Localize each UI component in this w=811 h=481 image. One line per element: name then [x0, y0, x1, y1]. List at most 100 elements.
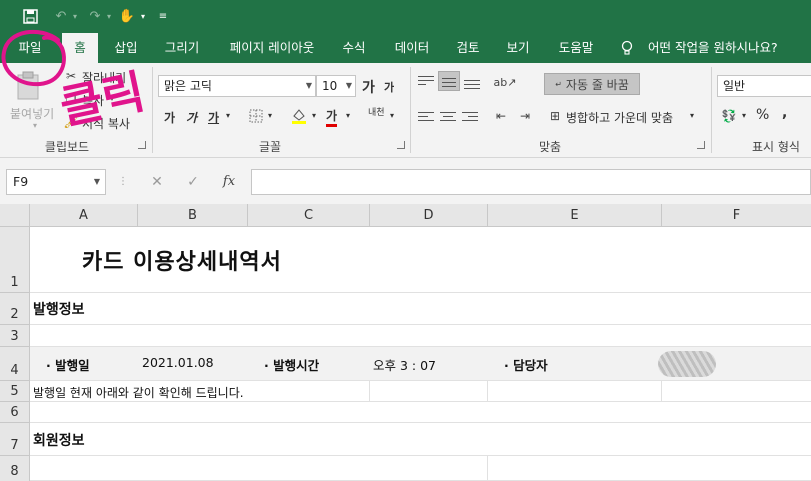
font-name-value: 맑은 고딕 — [164, 79, 212, 93]
row-header-1[interactable]: 1 — [0, 227, 30, 293]
copy-button[interactable]: 복사 — [82, 92, 104, 109]
tab-help[interactable]: 도움말 — [550, 33, 602, 63]
tab-view[interactable]: 보기 — [500, 33, 536, 63]
report-title: 카드 이용상세내역서 — [82, 250, 282, 275]
row-header-8[interactable]: 8 — [0, 456, 30, 481]
font-launcher-icon[interactable] — [397, 141, 405, 149]
gridline — [30, 401, 811, 402]
customize-qat-icon[interactable]: ≡ — [156, 7, 170, 25]
enter-icon[interactable]: ✓ — [182, 171, 204, 193]
undo-dropdown-icon[interactable]: ▾ — [70, 7, 80, 25]
clipboard-launcher-icon[interactable] — [138, 141, 146, 149]
wrap-text-button[interactable]: ↵ 자동 줄 바꿈 — [544, 73, 640, 95]
font-color-dropdown-icon[interactable]: ▾ — [346, 111, 350, 120]
paste-dropdown-icon[interactable]: ▾ — [33, 121, 37, 130]
align-top-icon[interactable] — [418, 73, 434, 89]
column-header-e[interactable]: E — [488, 204, 662, 227]
merge-center-button[interactable]: 병합하고 가운데 맞춤 — [566, 109, 673, 126]
underline-dropdown-icon[interactable]: ▾ — [226, 111, 230, 120]
formula-input[interactable] — [251, 169, 811, 195]
font-color-button[interactable]: 가 — [326, 107, 338, 127]
accounting-dropdown-icon[interactable]: ▾ — [742, 111, 746, 120]
tab-formulas[interactable]: 수식 — [334, 33, 374, 63]
fill-color-icon[interactable] — [290, 107, 308, 125]
issue-info-heading: 발행정보 — [33, 302, 85, 318]
shrink-font-button[interactable]: 가 — [384, 79, 394, 95]
bold-button[interactable]: 가 — [164, 109, 175, 126]
underline-button[interactable]: 가 — [208, 109, 219, 126]
phonetic-dropdown-icon[interactable]: ▾ — [390, 111, 394, 120]
column-header-d[interactable]: D — [370, 204, 488, 227]
tab-home[interactable]: 홈 — [62, 33, 98, 63]
format-painter-button[interactable]: 서식 복사 — [82, 115, 130, 132]
grow-font-button[interactable]: 가 — [362, 77, 375, 97]
phonetic-button[interactable]: 내천 — [368, 105, 385, 118]
tab-review[interactable]: 검토 — [450, 33, 486, 63]
select-all-corner[interactable] — [0, 204, 30, 227]
tab-page-layout[interactable]: 페이지 레이아웃 — [220, 33, 324, 63]
font-name-select[interactable]: 맑은 고딕 ▼ — [158, 75, 316, 97]
gridline — [30, 324, 811, 325]
fill-color-dropdown-icon[interactable]: ▾ — [312, 111, 316, 120]
alignment-launcher-icon[interactable] — [697, 141, 705, 149]
tab-file[interactable]: 파일 — [6, 33, 54, 63]
number-format-value: 일반 — [723, 79, 746, 93]
increase-indent-icon[interactable]: ⇥ — [516, 107, 534, 125]
orientation-icon[interactable]: ab↗ — [494, 73, 517, 91]
redo-dropdown-icon[interactable]: ▾ — [104, 7, 114, 25]
undo-icon[interactable]: ↶ — [52, 7, 70, 25]
row-header-7[interactable]: 7 — [0, 423, 30, 456]
scissors-icon[interactable]: ✂ — [64, 69, 78, 83]
copy-dropdown-icon[interactable]: ▾ — [110, 94, 114, 103]
touch-mode-icon[interactable]: ✋ — [118, 7, 136, 25]
row-header-4[interactable]: 4 — [0, 347, 30, 381]
borders-icon[interactable] — [248, 108, 264, 124]
paste-icon[interactable] — [14, 71, 44, 101]
align-center-icon[interactable] — [440, 109, 456, 125]
copy-icon[interactable]: ❐ — [64, 92, 78, 106]
issue-time-value: 오후 3 : 07 — [373, 358, 436, 373]
cut-button[interactable]: 잘라내기 — [82, 69, 126, 86]
gridline — [487, 381, 488, 402]
group-divider — [410, 67, 411, 153]
worksheet-grid[interactable]: A B C D E F 1 2 3 4 5 6 7 8 카드 이용상세내역서 발… — [0, 204, 811, 481]
save-icon[interactable] — [20, 7, 40, 25]
percent-button[interactable]: % — [756, 107, 769, 123]
lightbulb-icon — [620, 33, 636, 63]
merge-dropdown-icon[interactable]: ▾ — [690, 111, 694, 120]
tell-me-box[interactable]: 어떤 작업을 원하시나요? — [648, 33, 808, 63]
number-format-select[interactable]: 일반 — [717, 75, 811, 97]
comma-button[interactable]: , — [782, 105, 787, 121]
column-header-a[interactable]: A — [30, 204, 138, 227]
row-header-2[interactable]: 2 — [0, 293, 30, 325]
align-right-icon[interactable] — [462, 109, 478, 125]
redo-icon[interactable]: ↷ — [86, 7, 104, 25]
paste-button[interactable]: 붙여넣기 — [10, 105, 54, 122]
row-header-6[interactable]: 6 — [0, 402, 30, 423]
row-header-3[interactable]: 3 — [0, 325, 30, 347]
column-header-b[interactable]: B — [138, 204, 248, 227]
row-header-5[interactable]: 5 — [0, 381, 30, 402]
tab-draw[interactable]: 그리기 — [158, 33, 206, 63]
cancel-icon[interactable]: ✕ — [146, 171, 168, 193]
group-divider — [711, 67, 712, 153]
align-bottom-icon[interactable] — [464, 77, 480, 93]
insert-function-icon[interactable]: fx — [218, 171, 240, 193]
italic-button[interactable]: 가 — [186, 109, 197, 126]
format-painter-icon[interactable]: 🖌 — [63, 115, 78, 129]
column-header-c[interactable]: C — [248, 204, 370, 227]
borders-dropdown-icon[interactable]: ▾ — [268, 111, 272, 120]
merge-center-icon[interactable]: ⊞ — [546, 107, 564, 125]
gridline — [661, 381, 662, 402]
decrease-indent-icon[interactable]: ⇤ — [492, 107, 510, 125]
column-header-f[interactable]: F — [662, 204, 811, 227]
name-box[interactable]: F9 ▼ — [6, 169, 106, 195]
font-size-select[interactable]: 10 ▼ — [316, 75, 356, 97]
accounting-format-icon[interactable]: 💱 — [720, 107, 738, 125]
tab-insert[interactable]: 삽입 — [106, 33, 146, 63]
align-middle-icon[interactable] — [438, 71, 460, 91]
font-size-value: 10 — [322, 79, 338, 93]
align-left-icon[interactable] — [418, 109, 434, 125]
touch-dropdown-icon[interactable]: ▾ — [138, 7, 148, 25]
tab-data[interactable]: 데이터 — [386, 33, 438, 63]
